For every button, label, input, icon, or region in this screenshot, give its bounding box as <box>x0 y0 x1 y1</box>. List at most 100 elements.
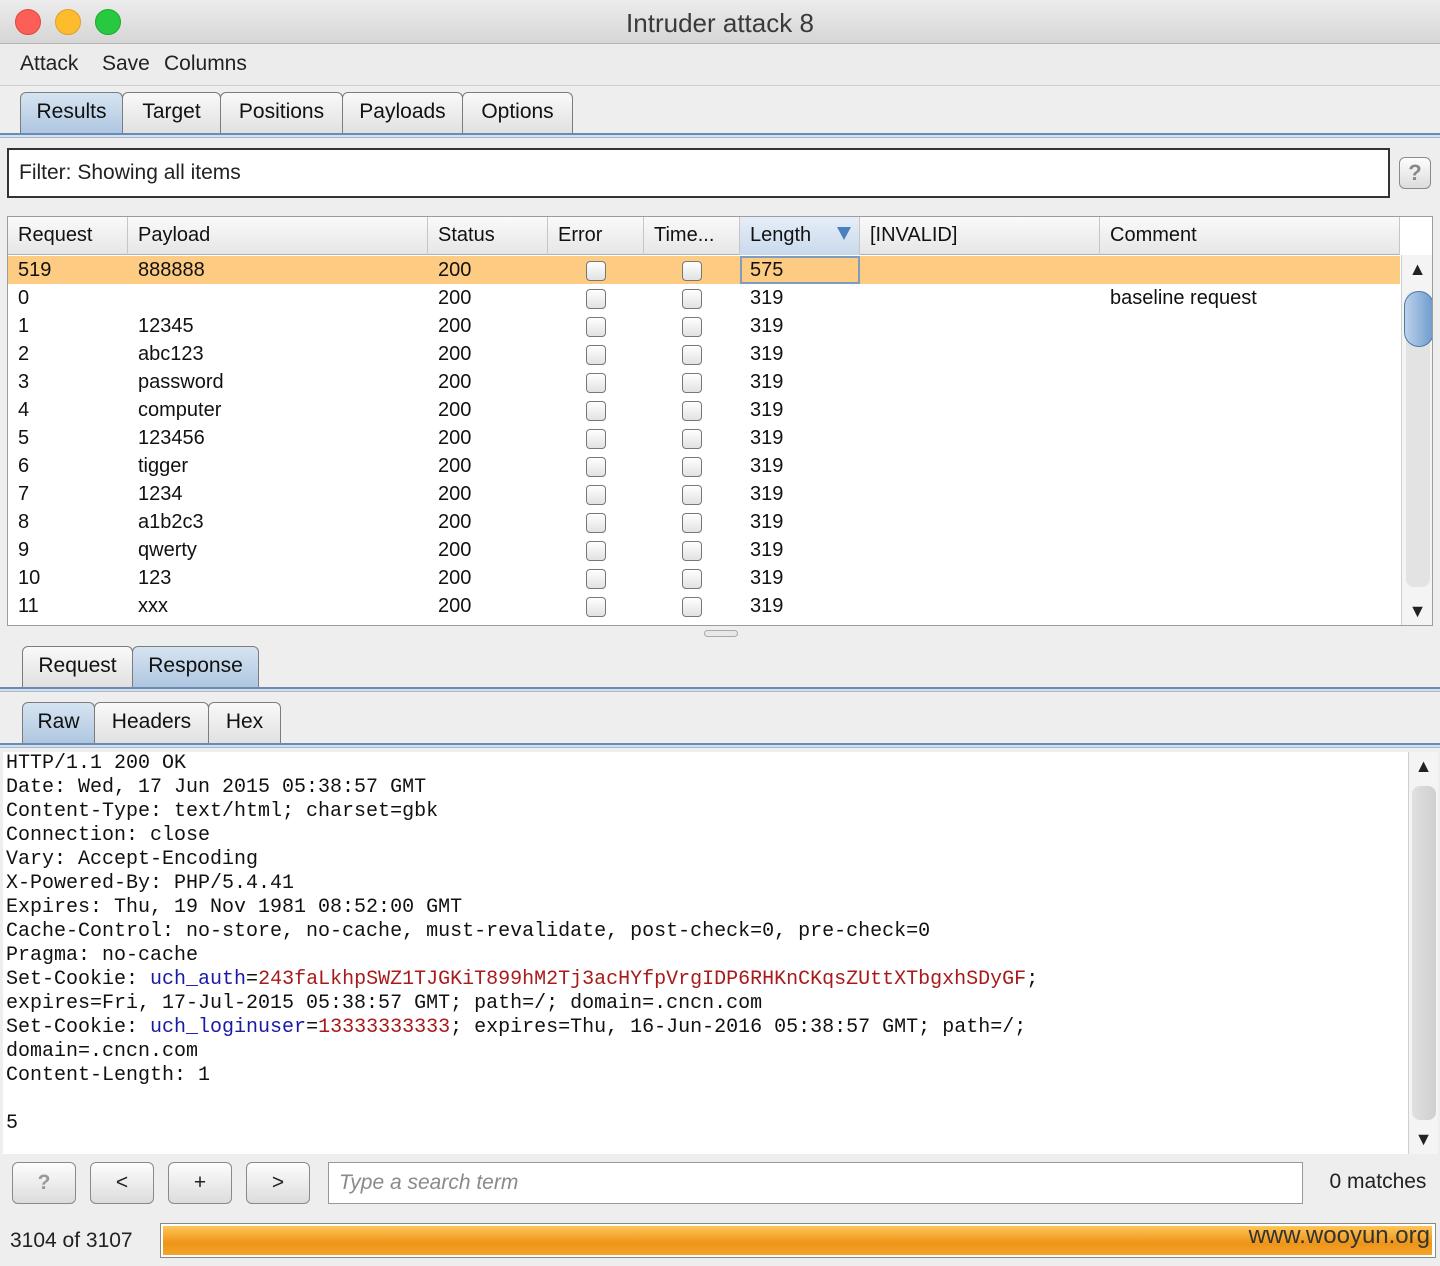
col-error[interactable]: Error <box>548 217 644 255</box>
cell-payload: abc123 <box>138 343 204 365</box>
cell-request: 5 <box>18 427 30 449</box>
table-row[interactable]: 519 888888 200 575 <box>8 256 1400 284</box>
table-row[interactable]: 1 12345 200 319 <box>8 312 1400 340</box>
tab-headers[interactable]: Headers <box>94 702 209 744</box>
cell-invalid <box>860 256 1100 284</box>
watermark: www.wooyun.org <box>1248 1222 1430 1249</box>
table-row[interactable]: 6 tigger 200 319 <box>8 452 1400 480</box>
add-search-button[interactable]: + <box>168 1162 232 1204</box>
tab-hex[interactable]: Hex <box>208 702 281 744</box>
tab-payloads[interactable]: Payloads <box>342 92 463 134</box>
tab-options[interactable]: Options <box>462 92 573 134</box>
response-scrollbar[interactable]: ▲ ▼ <box>1408 752 1438 1154</box>
filter-bar[interactable]: Filter: Showing all items <box>7 148 1390 198</box>
error-checkbox <box>586 345 606 365</box>
next-match-button[interactable]: > <box>246 1162 310 1204</box>
previous-match-button[interactable]: < <box>90 1162 154 1204</box>
tab-response[interactable]: Response <box>132 646 259 688</box>
cell-request: 7 <box>18 483 30 505</box>
tab-raw[interactable]: Raw <box>22 702 95 744</box>
cell-payload <box>128 284 428 312</box>
response-line: Pragma: no-cache <box>6 944 199 967</box>
scroll-down-arrow-icon[interactable]: ▼ <box>1409 1129 1438 1150</box>
cell-status: 200 <box>438 595 472 617</box>
col-payload[interactable]: Payload <box>128 217 428 255</box>
cell-comment <box>1100 312 1400 340</box>
col-status[interactable]: Status <box>428 217 548 255</box>
set-cookie-auth-line: Set-Cookie: uch_auth=243faLkhpSWZ1TJGKiT… <box>6 968 1038 991</box>
view-tabs: Raw Headers Hex <box>0 702 1440 746</box>
col-invalid[interactable]: [INVALID] <box>860 217 1100 255</box>
cell-comment <box>1100 536 1400 564</box>
tab-request[interactable]: Request <box>22 646 133 688</box>
timeout-checkbox <box>682 541 702 561</box>
cell-request: 11 <box>18 595 39 617</box>
table-row[interactable]: 2 abc123 200 319 <box>8 340 1400 368</box>
cell-length: 319 <box>750 427 784 449</box>
tab-positions[interactable]: Positions <box>220 92 343 134</box>
scroll-track[interactable] <box>1412 786 1436 1120</box>
menu-save[interactable]: Save <box>102 52 150 76</box>
tab-target[interactable]: Target <box>122 92 221 134</box>
menu-columns[interactable]: Columns <box>164 52 247 76</box>
cell-request: 8 <box>18 511 30 533</box>
col-request[interactable]: Request <box>8 217 128 255</box>
cell-payload: 888888 <box>138 259 205 281</box>
table-scrollbar[interactable]: ▲ ▼ <box>1401 255 1432 625</box>
table-header: Request Payload Status Error Time... Len… <box>8 217 1400 255</box>
cell-request: 3 <box>18 371 30 393</box>
cookie-name: uch_auth <box>150 968 247 991</box>
table-row[interactable]: 3 password 200 319 <box>8 368 1400 396</box>
cell-invalid <box>860 452 1100 480</box>
search-help-button[interactable]: ? <box>12 1162 76 1204</box>
table-row[interactable]: 8 a1b2c3 200 319 <box>8 508 1400 536</box>
response-line: Connection: close <box>6 824 211 847</box>
table-row[interactable]: 10 123 200 319 <box>8 564 1400 592</box>
scroll-down-arrow-icon[interactable]: ▼ <box>1402 601 1432 622</box>
timeout-checkbox <box>682 289 702 309</box>
col-length[interactable]: Length <box>740 217 860 255</box>
cell-length: 575 <box>740 256 860 284</box>
table-row[interactable]: 7 1234 200 319 <box>8 480 1400 508</box>
cell-length: 319 <box>750 399 784 421</box>
response-line: Content-Length: 1 <box>6 1064 211 1087</box>
cell-comment <box>1100 256 1400 284</box>
cell-length: 319 <box>750 483 784 505</box>
error-checkbox <box>586 569 606 589</box>
scroll-thumb[interactable] <box>1404 291 1432 347</box>
cell-length: 319 <box>750 371 784 393</box>
table-row[interactable]: 9 qwerty 200 319 <box>8 536 1400 564</box>
cell-comment <box>1100 592 1400 620</box>
cell-length: 319 <box>750 315 784 337</box>
cell-length: 319 <box>750 287 784 309</box>
col-comment[interactable]: Comment <box>1100 217 1400 255</box>
timeout-checkbox <box>682 345 702 365</box>
cell-comment <box>1100 480 1400 508</box>
cell-status: 200 <box>438 427 472 449</box>
cell-comment: baseline request <box>1110 287 1257 309</box>
view-tab-underline <box>0 743 1440 748</box>
cell-invalid <box>860 284 1100 312</box>
cell-status: 200 <box>438 343 472 365</box>
search-input[interactable]: Type a search term <box>328 1162 1303 1204</box>
col-timeout[interactable]: Time... <box>644 217 740 255</box>
menu-attack[interactable]: Attack <box>20 52 78 76</box>
menu-bar: Attack Save Columns <box>0 44 1440 86</box>
table-row[interactable]: 11 xxx 200 319 <box>8 592 1400 620</box>
sort-descending-icon <box>837 227 851 240</box>
cell-length: 319 <box>750 539 784 561</box>
filter-help-button[interactable]: ? <box>1399 157 1431 189</box>
response-raw-text[interactable]: HTTP/1.1 200 OK Date: Wed, 17 Jun 2015 0… <box>3 752 1408 1154</box>
error-checkbox <box>586 429 606 449</box>
cell-invalid <box>860 340 1100 368</box>
table-row[interactable]: 4 computer 200 319 <box>8 396 1400 424</box>
split-pane-divider[interactable] <box>704 630 738 637</box>
cell-request: 2 <box>18 343 30 365</box>
timeout-checkbox <box>682 401 702 421</box>
scroll-up-arrow-icon[interactable]: ▲ <box>1402 259 1432 280</box>
scroll-up-arrow-icon[interactable]: ▲ <box>1409 756 1438 777</box>
table-row[interactable]: 0 200 319 baseline request <box>8 284 1400 312</box>
tab-results[interactable]: Results <box>20 92 123 134</box>
table-row[interactable]: 5 123456 200 319 <box>8 424 1400 452</box>
cell-invalid <box>860 396 1100 424</box>
